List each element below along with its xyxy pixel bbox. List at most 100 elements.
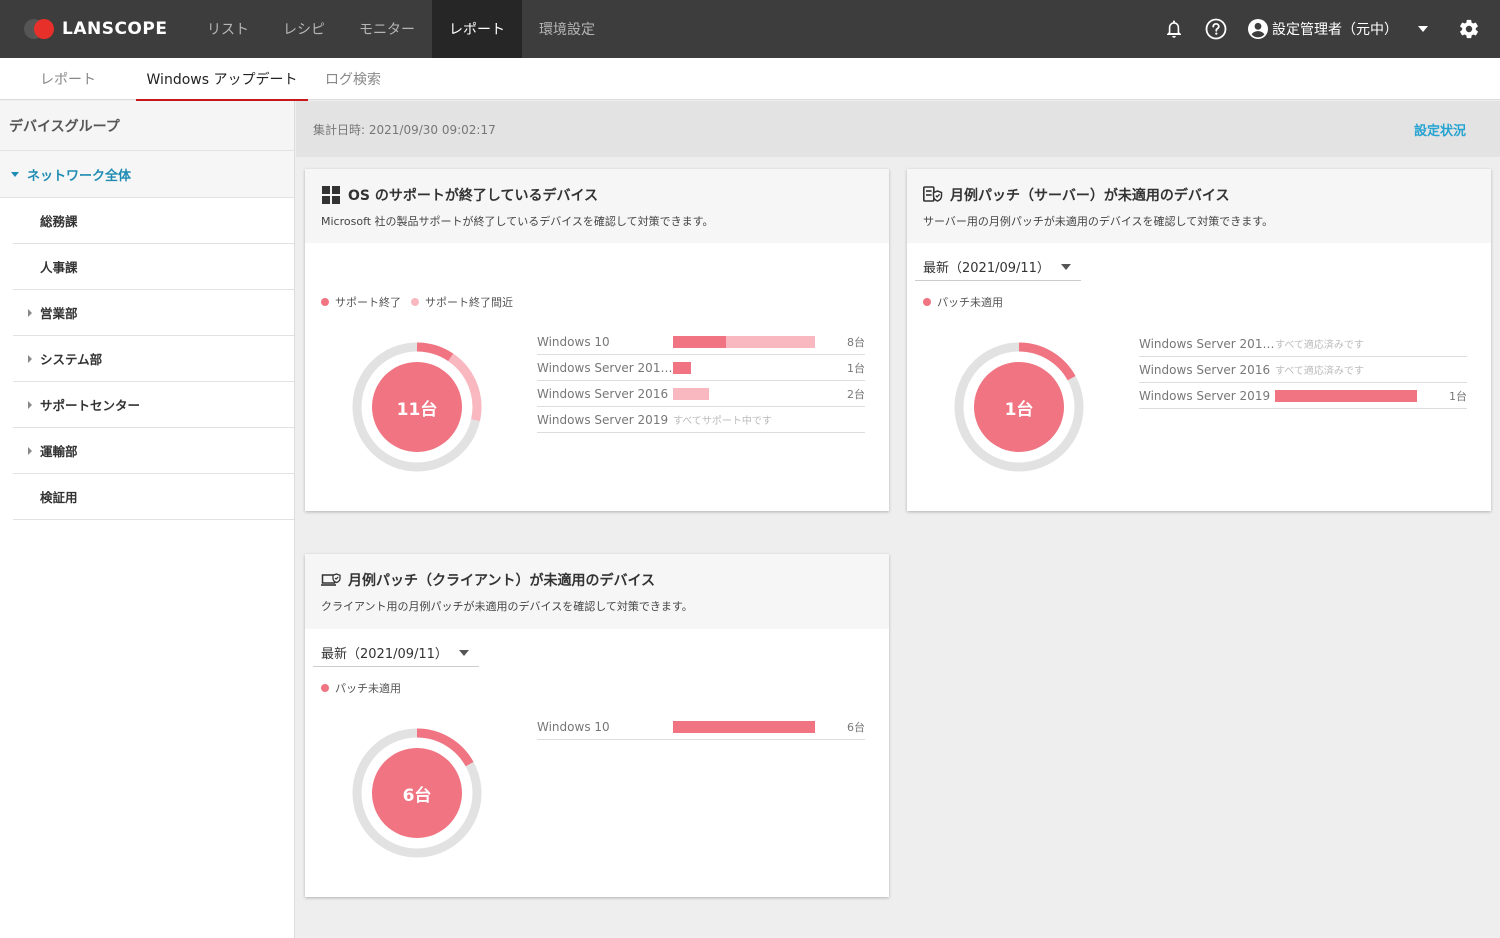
brand-name: LANSCOPE — [62, 19, 168, 39]
os-name: Windows Server 2016 — [537, 386, 669, 401]
sidebar-item-label: 人事課 — [40, 260, 78, 275]
sidebar-item[interactable]: 人事課 — [13, 244, 294, 290]
breakdown-row: Windows 10 8台 — [537, 329, 865, 355]
legend-swatch — [923, 298, 931, 306]
sidebar-item[interactable]: システム部 — [13, 336, 294, 382]
help-icon[interactable] — [1205, 18, 1227, 40]
date-select-value: 最新（2021/09/11） — [321, 647, 448, 662]
donut-chart: 1台 — [952, 340, 1086, 474]
sidebar-item-network-all[interactable]: ネットワーク全体 — [0, 151, 294, 198]
card-title: OS のサポートが終了しているデバイス — [348, 188, 599, 204]
device-count: 8台 — [847, 335, 865, 349]
client-breakdown-list: Windows 10 6台 — [537, 714, 865, 740]
os-name: Windows Server 2016 — [1139, 362, 1271, 377]
client-patch-card: 月例パッチ（クライアント）が未適用のデバイス クライアント用の月例パッチが未適用… — [305, 554, 889, 897]
donut-chart: 11台 — [350, 340, 484, 474]
legend-swatch — [321, 298, 329, 306]
os-support-card: OS のサポートが終了しているデバイス Microsoft 社の製品サポートが終… — [305, 169, 889, 511]
nav-item[interactable]: リスト — [190, 0, 266, 58]
chart-legend: パッチ未適用 — [923, 294, 1003, 310]
legend-label: パッチ未適用 — [335, 682, 401, 695]
status-note: すべてサポート中です — [673, 416, 772, 427]
bar-segment — [673, 361, 691, 374]
server-patch-card: 月例パッチ（サーバー）が未適用のデバイス サーバー用の月例パッチが未適用のデバイ… — [907, 169, 1491, 511]
os-name: Windows Server 2019 — [1139, 388, 1271, 403]
breakdown-row: Windows Server 2012... 1台 — [537, 355, 865, 381]
legend-label: パッチ未適用 — [937, 296, 1003, 309]
bar-segment — [1275, 389, 1417, 402]
status-note: すべて適応済みです — [1275, 340, 1364, 351]
device-count: 6台 — [847, 720, 865, 734]
sidebar-item[interactable]: 運輸部 — [13, 428, 294, 474]
donut-center-label: 11台 — [396, 399, 438, 420]
bar-segment — [673, 335, 727, 348]
donut-center-label: 1台 — [1004, 399, 1034, 420]
legend-swatch — [321, 684, 329, 692]
nav-item[interactable]: レポート — [432, 0, 522, 58]
status-note: すべて適応済みです — [1275, 366, 1364, 377]
settings-status-link[interactable]: 設定状況 — [1414, 120, 1466, 139]
bell-icon[interactable] — [1163, 18, 1185, 40]
card-title: 月例パッチ（サーバー）が未適用のデバイス — [950, 188, 1230, 204]
sidebar-item-label: サポートセンター — [40, 398, 141, 413]
card-title: 月例パッチ（クライアント）が未適用のデバイス — [348, 573, 656, 589]
server-breakdown-list: Windows Server 2012... すべて適応済みです Windows S… — [1139, 331, 1467, 409]
main-nav: リスト レシピ モニター レポート 環境設定 — [190, 0, 612, 58]
breakdown-row: Windows Server 2012... すべて適応済みです — [1139, 331, 1467, 357]
gear-icon[interactable] — [1458, 18, 1480, 40]
date-select-value: 最新（2021/09/11） — [923, 261, 1050, 276]
legend-label: サポート終了 — [335, 296, 401, 309]
bar-segment — [673, 720, 815, 733]
card-description: クライアント用の月例パッチが未適用のデバイスを確認して対策できます。 — [321, 600, 693, 613]
windows-icon — [321, 186, 341, 204]
breakdown-row: Windows Server 2019 1台 — [1139, 383, 1467, 409]
legend-swatch — [411, 298, 419, 306]
nav-item[interactable]: 環境設定 — [522, 0, 612, 58]
sub-tab[interactable]: Windows アップデート — [136, 58, 308, 101]
bar-segment — [726, 335, 815, 348]
bar-track — [673, 720, 815, 733]
top-navbar: LANSCOPE リスト レシピ モニター レポート 環境設定 設定管理者（元中） — [0, 0, 1500, 58]
bar-segment — [673, 387, 709, 400]
os-name: Windows 10 — [537, 719, 610, 734]
date-select[interactable]: 最新（2021/09/11） — [313, 639, 479, 667]
sidebar-item[interactable]: 検証用 — [13, 474, 294, 520]
caret-down-icon — [11, 171, 19, 177]
device-group-sidebar: デバイスグループ ネットワーク全体 総務課 人事課 営業部 システム部 サポートセンター… — [0, 101, 295, 938]
nav-item[interactable]: モニター — [342, 0, 432, 58]
caret-right-icon — [23, 308, 37, 317]
legend-label: サポート終了間近 — [425, 296, 513, 309]
sidebar-item[interactable]: 総務課 — [13, 198, 294, 244]
nav-item[interactable]: レシピ — [266, 0, 342, 58]
sub-tab[interactable]: レポート — [0, 58, 136, 100]
lanscope-logo-icon — [24, 19, 56, 39]
sidebar-item[interactable]: サポートセンター — [13, 382, 294, 428]
sidebar-item[interactable]: 営業部 — [13, 290, 294, 336]
chevron-down-icon — [459, 649, 469, 656]
os-breakdown-list: Windows 10 8台 Windows Server 2012... 1台 Wind… — [537, 329, 865, 433]
donut-center-label: 6台 — [402, 785, 432, 806]
info-bar: 集計日時: 2021/09/30 09:02:17 設定状況 — [296, 101, 1500, 157]
server-patch-icon — [923, 186, 943, 204]
user-name: 設定管理者（元中） — [1272, 22, 1398, 38]
caret-right-icon — [23, 400, 37, 409]
date-select[interactable]: 最新（2021/09/11） — [915, 253, 1081, 281]
brand-logo[interactable]: LANSCOPE — [0, 19, 190, 39]
caret-right-icon — [23, 354, 37, 363]
sidebar-item-label: 運輸部 — [40, 444, 78, 459]
bar-track — [673, 335, 815, 348]
sidebar-item-label: 検証用 — [40, 490, 78, 505]
sidebar-item-label: 総務課 — [40, 214, 78, 229]
bar-track — [1275, 389, 1417, 402]
chevron-down-icon — [1418, 26, 1428, 32]
sidebar-item-label: 営業部 — [40, 306, 78, 321]
caret-right-icon — [23, 446, 37, 455]
breakdown-row: Windows Server 2019 すべてサポート中です — [537, 407, 865, 433]
sidebar-root-label: ネットワーク全体 — [27, 168, 132, 184]
sub-tab[interactable]: ログ検索 — [308, 58, 398, 100]
chart-legend: サポート終了 サポート終了間近 — [321, 294, 513, 310]
breakdown-row: Windows 10 6台 — [537, 714, 865, 740]
user-menu[interactable]: 設定管理者（元中） — [1247, 18, 1428, 40]
sub-tabs: レポート Windows アップデート ログ検索 — [0, 58, 1500, 101]
device-count: 2台 — [847, 387, 865, 401]
